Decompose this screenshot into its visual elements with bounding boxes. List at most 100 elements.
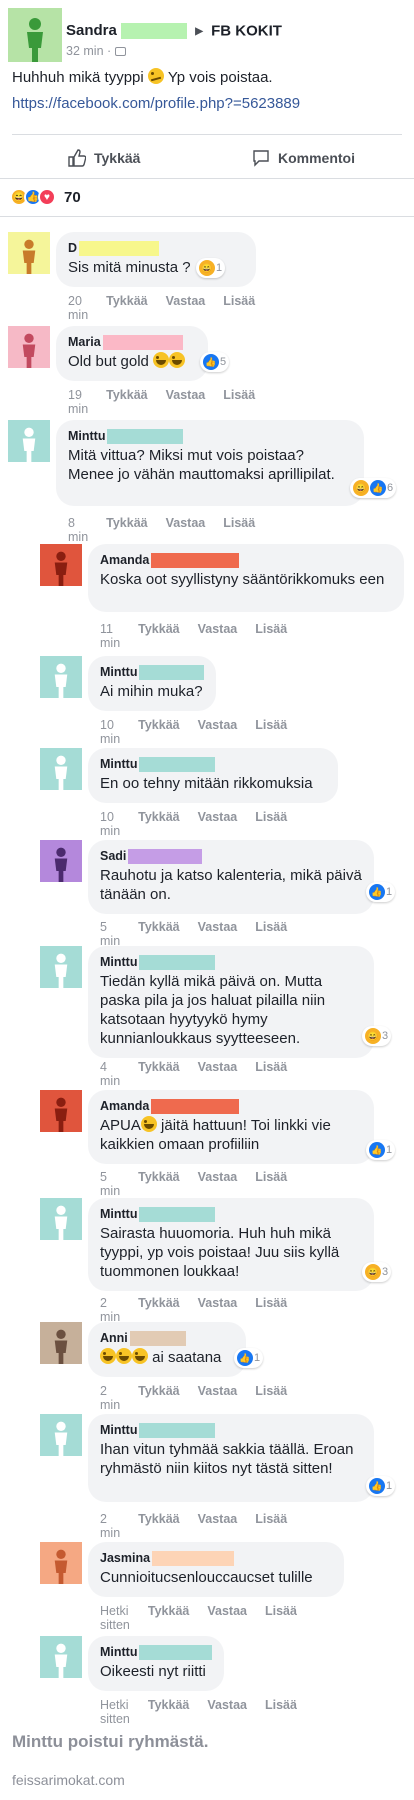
comment-time[interactable]: 2 min [100,1296,120,1324]
comment-more-button[interactable]: Lisää [255,1170,287,1198]
comment-reply-button[interactable]: Vastaa [198,1512,238,1540]
commenter-name[interactable]: Minttu [100,1644,137,1660]
commenter-avatar[interactable] [40,1322,82,1364]
commenter-name[interactable]: Jasmina [100,1550,150,1566]
comment-reactions[interactable]: 😄 3 [362,1026,392,1046]
comment-reply-button[interactable]: Vastaa [198,810,238,838]
commenter-avatar[interactable] [8,420,50,462]
comment-like-button[interactable]: Tykkää [138,622,179,650]
comment-reactions[interactable]: 😄 👍 6 [350,478,397,498]
commenter-avatar[interactable] [40,544,82,586]
comment-reply-button[interactable]: Vastaa [166,294,206,322]
commenter-name[interactable]: D [68,240,77,256]
author-avatar[interactable] [8,8,62,62]
comment-reactions[interactable]: 👍 1 [366,882,396,902]
commenter-avatar[interactable] [40,840,82,882]
comment-time[interactable]: 5 min [100,920,120,948]
comment-like-button[interactable]: Tykkää [138,1384,179,1412]
comment-time[interactable]: 10 min [100,718,120,746]
comment-time[interactable]: Hetki sitten [100,1604,130,1632]
commenter-name[interactable]: Minttu [100,1206,137,1222]
comment-reply-button[interactable]: Vastaa [207,1604,247,1632]
comment-more-button[interactable]: Lisää [255,1384,287,1412]
comment-time[interactable]: 10 min [100,810,120,838]
like-button[interactable]: Tykkää [68,146,140,170]
comment-time[interactable]: 4 min [100,1060,120,1088]
comment-reactions[interactable]: 👍 5 [200,352,230,372]
commenter-name[interactable]: Anni [100,1330,128,1346]
comment-time[interactable]: 5 min [100,1170,120,1198]
comment-reactions[interactable]: 😄 3 [362,1262,392,1282]
commenter-avatar[interactable] [8,326,50,368]
comment-more-button[interactable]: Lisää [255,1060,287,1088]
comment-reply-button[interactable]: Vastaa [198,1170,238,1198]
comment-more-button[interactable]: Lisää [223,388,255,416]
commenter-name[interactable]: Minttu [100,954,137,970]
author-name[interactable]: Sandra [66,22,117,39]
post-link[interactable]: https://facebook.com/profile.php?=562388… [12,94,300,114]
comment-reply-button[interactable]: Vastaa [198,622,238,650]
comment-like-button[interactable]: Tykkää [138,1060,179,1088]
comment-reply-button[interactable]: Vastaa [166,388,206,416]
commenter-name[interactable]: Minttu [100,756,137,772]
commenter-avatar[interactable] [40,1090,82,1132]
comment-time[interactable]: Hetki sitten [100,1698,130,1726]
comment-like-button[interactable]: Tykkää [138,920,179,948]
comment-like-button[interactable]: Tykkää [138,718,179,746]
comment-more-button[interactable]: Lisää [255,1296,287,1324]
commenter-name[interactable]: Sadi [100,848,126,864]
comment-like-button[interactable]: Tykkää [138,1170,179,1198]
comment-time[interactable]: 2 min [100,1512,120,1540]
comment-like-button[interactable]: Tykkää [138,1296,179,1324]
group-name[interactable]: FB KOKIT [211,23,282,40]
commenter-name[interactable]: Minttu [100,1422,137,1438]
comment-like-button[interactable]: Tykkää [148,1698,189,1726]
comment-like-button[interactable]: Tykkää [106,516,147,544]
comment-reply-button[interactable]: Vastaa [207,1698,247,1726]
comment-like-button[interactable]: Tykkää [106,294,147,322]
comment-time[interactable]: 19 min [68,388,88,416]
commenter-avatar[interactable] [40,1636,82,1678]
comment-reply-button[interactable]: Vastaa [198,920,238,948]
comment-more-button[interactable]: Lisää [255,1512,287,1540]
comment-reactions[interactable]: 👍 1 [366,1140,396,1160]
commenter-avatar[interactable] [40,656,82,698]
comment-like-button[interactable]: Tykkää [138,1512,179,1540]
comment-reply-button[interactable]: Vastaa [166,516,206,544]
commenter-avatar[interactable] [40,1198,82,1240]
commenter-avatar[interactable] [40,1542,82,1584]
comment-time[interactable]: 11 min [100,622,120,650]
comment-more-button[interactable]: Lisää [255,622,287,650]
comment-like-button[interactable]: Tykkää [138,810,179,838]
comment-more-button[interactable]: Lisää [223,294,255,322]
comment-reactions[interactable]: 😄 1 [196,258,226,278]
comment-reply-button[interactable]: Vastaa [198,1060,238,1088]
commenter-name[interactable]: Maria [68,334,101,350]
comment-more-button[interactable]: Lisää [223,516,255,544]
post-time[interactable]: 32 min [66,44,104,58]
commenter-name[interactable]: Amanda [100,1098,149,1114]
comment-reply-button[interactable]: Vastaa [198,1296,238,1324]
comment-more-button[interactable]: Lisää [255,718,287,746]
commenter-name[interactable]: Minttu [100,664,137,680]
comment-button[interactable]: Kommentoi [252,146,355,170]
comment-time[interactable]: 20 min [68,294,88,322]
commenter-avatar[interactable] [40,946,82,988]
commenter-name[interactable]: Minttu [68,428,105,444]
comment-time[interactable]: 2 min [100,1384,120,1412]
commenter-avatar[interactable] [40,748,82,790]
comment-more-button[interactable]: Lisää [265,1698,297,1726]
comment-more-button[interactable]: Lisää [255,810,287,838]
commenter-avatar[interactable] [8,232,50,274]
comment-time[interactable]: 8 min [68,516,88,544]
comment-reactions[interactable]: 👍 1 [366,1476,396,1496]
comment-like-button[interactable]: Tykkää [106,388,147,416]
commenter-avatar[interactable] [40,1414,82,1456]
comment-more-button[interactable]: Lisää [265,1604,297,1632]
commenter-name[interactable]: Amanda [100,552,149,568]
reaction-summary[interactable]: 😄 👍 ♥ 70 [10,188,81,206]
comment-like-button[interactable]: Tykkää [148,1604,189,1632]
comment-reply-button[interactable]: Vastaa [198,1384,238,1412]
comment-reactions[interactable]: 👍 1 [234,1348,264,1368]
comment-reply-button[interactable]: Vastaa [198,718,238,746]
